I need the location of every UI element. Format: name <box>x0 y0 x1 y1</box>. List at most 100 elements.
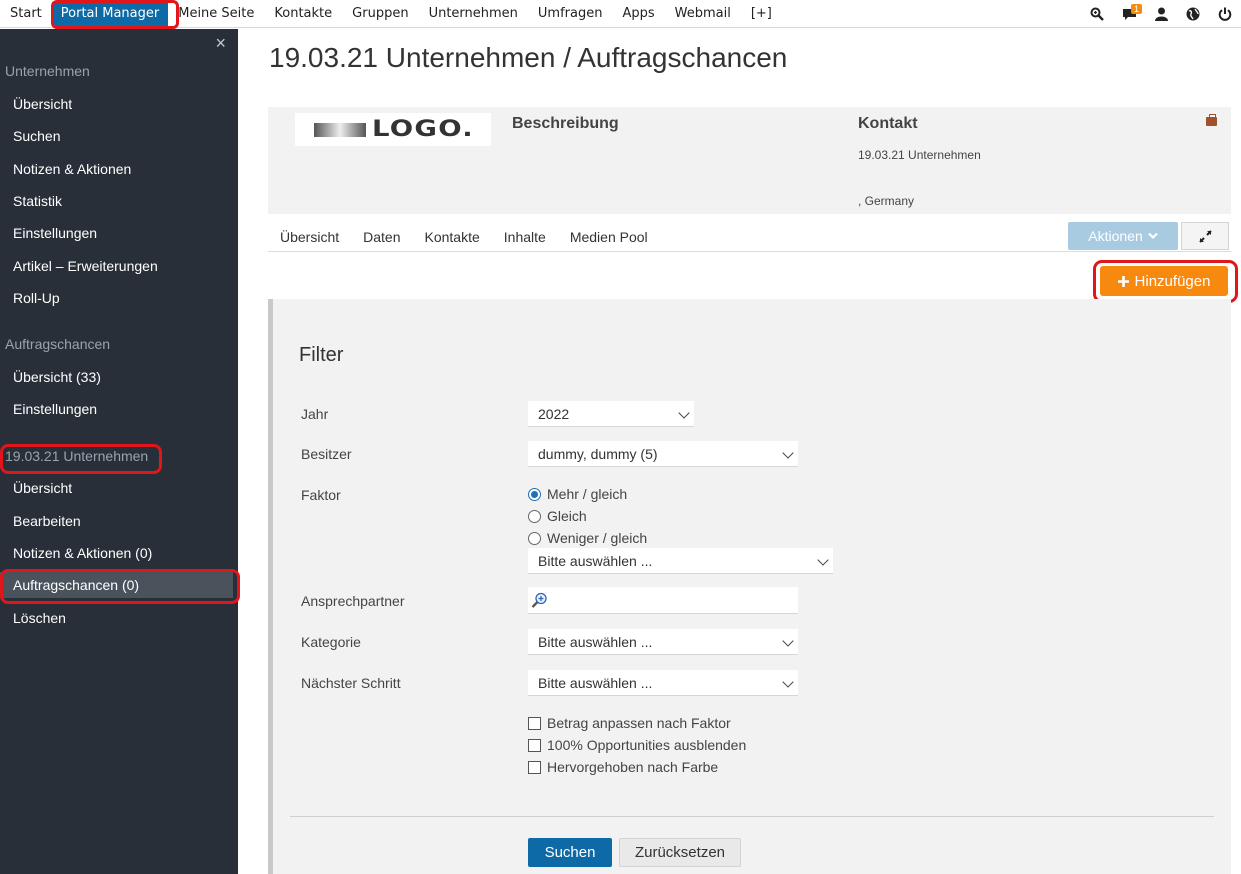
nav-unternehmen[interactable]: Unternehmen <box>419 0 528 28</box>
tab-inhalte[interactable]: Inhalte <box>492 222 558 251</box>
close-icon[interactable]: × <box>215 33 226 54</box>
tab-medien-pool[interactable]: Medien Pool <box>558 222 660 251</box>
checkbox-box[interactable] <box>528 738 541 752</box>
sidebar-item-company-notizen[interactable]: Notizen & Aktionen (0) <box>0 540 238 566</box>
search-button[interactable]: Suchen <box>528 838 612 867</box>
sidebar-item-statistik[interactable]: Statistik <box>0 188 238 214</box>
logo-text: LOGO. <box>372 117 475 142</box>
magnifier-add-icon <box>531 592 547 608</box>
checkbox-opportunities[interactable]: 100% Opportunities ausblenden <box>528 737 746 753</box>
faktor-label: Faktor <box>301 487 341 503</box>
faktor-radio-gleich[interactable]: Gleich <box>528 508 587 524</box>
contact-company: 19.03.21 Unternehmen <box>858 148 981 162</box>
faktor-select[interactable]: Bitte auswählen ... <box>528 548 833 574</box>
jahr-select-value: 2022 <box>538 406 570 422</box>
sidebar-item-auftrag-uebersicht[interactable]: Übersicht (33) <box>0 364 238 390</box>
sidebar-section-auftragschancen: Auftragschancen <box>5 336 111 352</box>
reset-button[interactable]: Zurücksetzen <box>619 838 741 867</box>
chat-icon[interactable]: 1 <box>1113 0 1145 28</box>
top-nav: Start Portal Manager Meine Seite Kontakt… <box>0 0 782 28</box>
radio-unchecked[interactable] <box>528 531 541 545</box>
sidebar-section-company: 19.03.21 Unternehmen <box>5 448 149 464</box>
faktor-option-label: Weniger / gleich <box>547 530 648 546</box>
nav-start[interactable]: Start <box>0 0 52 28</box>
besitzer-select[interactable]: dummy, dummy (5) <box>528 441 798 467</box>
radio-unchecked[interactable] <box>528 509 541 523</box>
contact-label: Kontakt <box>858 115 918 132</box>
plus-icon <box>1117 275 1129 287</box>
tab-daten[interactable]: Daten <box>351 222 412 251</box>
sidebar: × Unternehmen Übersicht Suchen Notizen &… <box>0 29 238 874</box>
sidebar-item-uebersicht[interactable]: Übersicht <box>0 91 238 117</box>
expand-button[interactable] <box>1181 222 1229 250</box>
sidebar-item-bearbeiten[interactable]: Bearbeiten <box>0 508 238 534</box>
sidebar-item-loeschen[interactable]: Löschen <box>0 605 238 631</box>
checkbox-label: Betrag anpassen nach Faktor <box>547 715 731 731</box>
checkbox-label: Hervorgehoben nach Farbe <box>547 759 719 775</box>
globe-icon[interactable] <box>1177 0 1209 28</box>
nav-add-more[interactable]: [+] <box>741 0 782 28</box>
faktor-option-label: Mehr / gleich <box>547 486 628 502</box>
add-button[interactable]: Hinzufügen <box>1100 266 1228 296</box>
company-header: LOGO. Beschreibung Kontakt 19.03.21 Unte… <box>268 107 1231 214</box>
besitzer-label: Besitzer <box>301 446 352 462</box>
tab-kontakte[interactable]: Kontakte <box>413 222 492 251</box>
sidebar-item-notizen[interactable]: Notizen & Aktionen <box>0 156 238 182</box>
checkbox-label: 100% Opportunities ausblenden <box>547 737 747 753</box>
power-icon[interactable] <box>1209 0 1241 28</box>
search-icon[interactable] <box>1081 0 1113 28</box>
expand-icon <box>1198 229 1212 243</box>
chevron-down-icon <box>782 447 794 459</box>
ansprechpartner-search-input[interactable] <box>528 587 798 614</box>
nav-kontakte[interactable]: Kontakte <box>264 0 342 28</box>
filter-divider <box>290 816 1214 817</box>
sidebar-item-auftrag-einstellungen[interactable]: Einstellungen <box>0 396 238 422</box>
radio-checked[interactable] <box>528 487 541 501</box>
nav-portal-manager[interactable]: Portal Manager <box>51 2 169 26</box>
actions-button[interactable]: Aktionen <box>1068 222 1178 250</box>
checkbox-betrag[interactable]: Betrag anpassen nach Faktor <box>528 715 731 731</box>
sidebar-item-company-uebersicht[interactable]: Übersicht <box>0 475 238 501</box>
tab-uebersicht[interactable]: Übersicht <box>268 222 351 251</box>
faktor-radio-weniger[interactable]: Weniger / gleich <box>528 530 647 546</box>
sidebar-item-auftragschancen[interactable]: Auftragschancen (0) <box>0 572 233 598</box>
page-title: 19.03.21 Unternehmen / Auftragschancen <box>269 42 788 73</box>
jahr-label: Jahr <box>301 406 329 422</box>
filter-title: Filter <box>299 344 344 366</box>
jahr-select[interactable]: 2022 <box>528 401 694 427</box>
description-label: Beschreibung <box>512 115 619 132</box>
nav-webmail[interactable]: Webmail <box>665 0 741 28</box>
kategorie-label: Kategorie <box>301 634 361 650</box>
checkbox-box[interactable] <box>528 716 541 730</box>
briefcase-icon <box>1206 114 1217 126</box>
sidebar-item-suchen[interactable]: Suchen <box>0 123 238 149</box>
user-icon[interactable] <box>1145 0 1177 28</box>
sidebar-item-einstellungen[interactable]: Einstellungen <box>0 220 238 246</box>
checkbox-farbe[interactable]: Hervorgehoben nach Farbe <box>528 759 718 775</box>
chevron-down-icon <box>817 554 829 566</box>
chevron-down-icon <box>1147 232 1158 240</box>
nav-umfragen[interactable]: Umfragen <box>528 0 613 28</box>
besitzer-select-value: dummy, dummy (5) <box>538 446 658 462</box>
faktor-radio-mehr[interactable]: Mehr / gleich <box>528 486 627 502</box>
top-icons: 1 <box>1081 0 1241 28</box>
add-button-label: Hinzufügen <box>1134 272 1211 290</box>
faktor-option-label: Gleich <box>547 508 587 524</box>
kategorie-select[interactable]: Bitte auswählen ... <box>528 629 798 655</box>
checkbox-box[interactable] <box>528 760 541 774</box>
contact-country: , Germany <box>858 194 915 208</box>
top-navigation-bar: Start Portal Manager Meine Seite Kontakt… <box>0 0 1241 28</box>
nav-meine-seite[interactable]: Meine Seite <box>168 0 264 28</box>
chevron-down-icon <box>782 676 794 688</box>
schritt-select[interactable]: Bitte auswählen ... <box>528 670 798 696</box>
sidebar-section-unternehmen: Unternehmen <box>5 63 90 79</box>
actions-button-label: Aktionen <box>1088 228 1143 244</box>
logo-graphic <box>314 122 367 137</box>
sidebar-item-artikel[interactable]: Artikel – Erweiterungen <box>0 253 238 279</box>
kategorie-select-value: Bitte auswählen ... <box>538 634 653 650</box>
nav-gruppen[interactable]: Gruppen <box>342 0 418 28</box>
nav-apps[interactable]: Apps <box>612 0 664 28</box>
company-logo: LOGO. <box>295 113 491 146</box>
chevron-down-icon <box>782 635 794 647</box>
sidebar-item-rollup[interactable]: Roll-Up <box>0 285 238 311</box>
